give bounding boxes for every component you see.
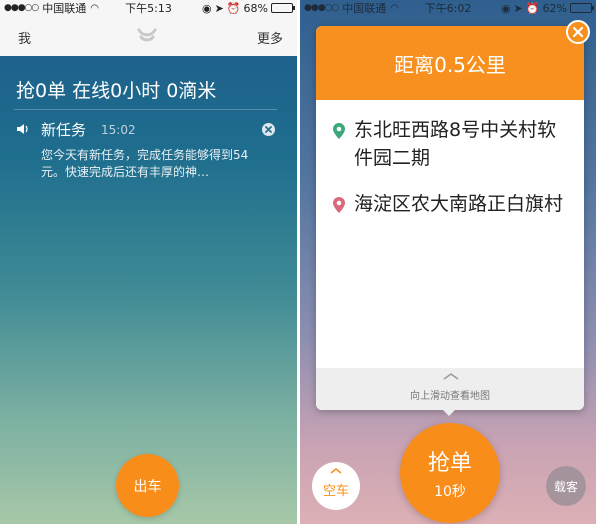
wifi-icon: ◠ xyxy=(390,2,399,14)
orientation-lock-icon: ◉ xyxy=(501,1,511,15)
order-offer-screen: ●●●○○ 中国联通 ◠ 下午6:02 ◉ ➤ ⏰ 62% 距离0.5公里 东北… xyxy=(300,0,596,524)
battery-percent: 68% xyxy=(243,1,268,15)
destination-pin-icon xyxy=(333,197,345,213)
driver-home-screen: ●●●○○ 中国联通 ◠ 下午5:13 ◉ ➤ ⏰ 68% 我 更多 抢0单 在… xyxy=(0,0,297,524)
alarm-icon: ⏰ xyxy=(525,1,540,15)
battery-icon xyxy=(271,3,295,13)
didi-logo-icon xyxy=(137,28,157,42)
grab-order-label: 抢单 xyxy=(427,451,472,476)
origin-pin-icon xyxy=(333,123,345,139)
task-time: 15:02 xyxy=(101,123,136,137)
carrier-label: 中国联通 xyxy=(42,2,87,15)
top-nav: 我 更多 xyxy=(0,16,297,56)
battery-percent: 62% xyxy=(542,1,567,15)
close-icon[interactable] xyxy=(566,20,590,44)
origin-address: 东北旺西路8号中关村软件园二期 xyxy=(354,119,557,169)
divider xyxy=(14,109,277,110)
empty-car-button[interactable]: 空车 xyxy=(312,462,360,510)
signal-icon: ●●●○○ xyxy=(304,3,339,13)
chevron-up-icon xyxy=(330,468,342,474)
battery-icon xyxy=(570,3,594,13)
driver-stats: 抢0单 在线0小时 0滴米 xyxy=(16,80,217,102)
location-icon: ➤ xyxy=(513,1,523,15)
me-button[interactable]: 我 xyxy=(18,28,31,47)
status-bar: ●●●○○ 中国联通 ◠ 下午5:13 ◉ ➤ ⏰ 68% xyxy=(0,0,297,16)
carrier-label: 中国联通 xyxy=(342,2,387,15)
swipe-up-area[interactable]: 向上滑动查看地图 xyxy=(316,368,584,410)
destination-address: 海淀区农大南路正白旗村 xyxy=(354,193,564,215)
empty-car-label: 空车 xyxy=(322,484,349,499)
distance-title: 距离0.5公里 xyxy=(316,26,584,100)
more-button[interactable]: 更多 xyxy=(257,28,283,47)
task-message[interactable]: 您今天有新任务，完成任务能够得到54元。快速完成后还有丰厚的神… xyxy=(41,147,263,181)
card-pointer xyxy=(442,409,456,416)
wifi-icon: ◠ xyxy=(90,2,99,14)
speaker-icon xyxy=(17,124,28,134)
grab-order-timer: 10秒 xyxy=(434,484,466,500)
signal-icon: ●●●○○ xyxy=(4,3,39,13)
chevron-up-icon xyxy=(443,373,459,380)
grab-order-button[interactable]: 抢单 10秒 xyxy=(400,423,500,523)
order-card: 距离0.5公里 东北旺西路8号中关村软件园二期 海淀区农大南路正白旗村 向上滑动… xyxy=(316,26,584,410)
passenger-onboard-button[interactable]: 载客 xyxy=(546,466,586,506)
task-title: 新任务 xyxy=(41,121,87,139)
alarm-icon: ⏰ xyxy=(226,1,241,15)
location-icon: ➤ xyxy=(214,1,224,15)
orientation-lock-icon: ◉ xyxy=(202,1,212,15)
dismiss-task-icon[interactable] xyxy=(262,123,275,136)
swipe-hint: 向上滑动查看地图 xyxy=(410,391,490,402)
status-bar: ●●●○○ 中国联通 ◠ 下午6:02 ◉ ➤ ⏰ 62% xyxy=(300,0,596,16)
go-online-button[interactable]: 出车 xyxy=(116,454,179,517)
